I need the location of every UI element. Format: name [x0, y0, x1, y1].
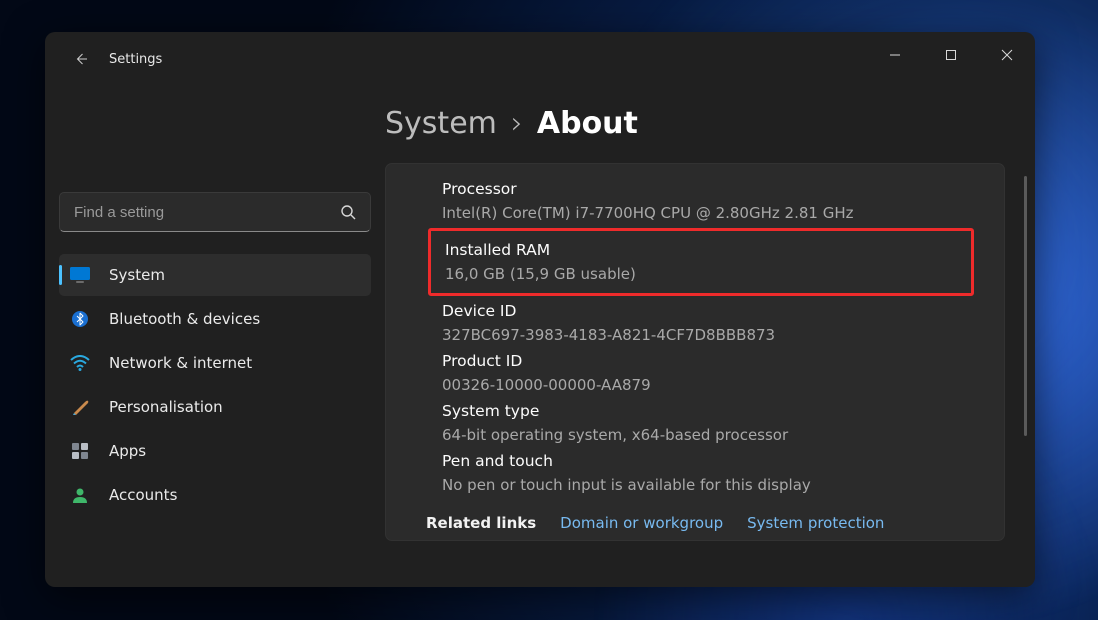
search-input[interactable] [74, 204, 340, 221]
sidebar-item-label: Personalisation [109, 398, 223, 416]
search-box[interactable] [59, 192, 371, 232]
sidebar: System Bluetooth & devices Network & int… [45, 86, 385, 587]
sidebar-item-accounts[interactable]: Accounts [59, 474, 371, 516]
back-button[interactable] [67, 45, 95, 73]
spec-value: 64-bit operating system, x64-based proce… [442, 426, 1004, 444]
spec-value: No pen or touch input is available for t… [442, 476, 1004, 494]
breadcrumb-parent[interactable]: System [385, 106, 497, 141]
main-content: System › About Processor Intel(R) Core(T… [385, 86, 1035, 587]
search-icon [340, 204, 356, 220]
spec-label: Installed RAM [445, 241, 971, 259]
related-links-label: Related links [426, 514, 536, 532]
sidebar-spacer [59, 94, 371, 186]
maximize-icon [945, 49, 957, 61]
link-domain-workgroup[interactable]: Domain or workgroup [560, 514, 723, 532]
system-icon [69, 264, 91, 286]
spec-label: Processor [442, 180, 1004, 198]
breadcrumb: System › About [385, 106, 1035, 141]
spec-product-id: Product ID 00326-10000-00000-AA879 [386, 348, 1004, 398]
titlebar: Settings [45, 32, 1035, 86]
sidebar-item-label: Apps [109, 442, 146, 460]
apps-icon [69, 440, 91, 462]
related-links: Related links Domain or workgroup System… [386, 514, 1004, 532]
spec-pen-touch: Pen and touch No pen or touch input is a… [386, 448, 1004, 498]
person-icon [69, 484, 91, 506]
spec-value: Intel(R) Core(TM) i7-7700HQ CPU @ 2.80GH… [442, 204, 1004, 222]
arrow-left-icon [73, 51, 89, 67]
spec-label: Device ID [442, 302, 1004, 320]
minimize-button[interactable] [867, 32, 923, 78]
sidebar-item-network[interactable]: Network & internet [59, 342, 371, 384]
settings-window: Settings [45, 32, 1035, 587]
window-title: Settings [109, 52, 162, 67]
spec-label: System type [442, 402, 1004, 420]
spec-label: Product ID [442, 352, 1004, 370]
link-system-protection[interactable]: System protection [747, 514, 884, 532]
paintbrush-icon [69, 396, 91, 418]
sidebar-item-label: Bluetooth & devices [109, 310, 260, 328]
spec-device-id: Device ID 327BC697-3983-4183-A821-4CF7D8… [386, 298, 1004, 348]
sidebar-item-label: Network & internet [109, 354, 252, 372]
highlight-installed-ram: Installed RAM 16,0 GB (15,9 GB usable) [428, 228, 974, 296]
device-specs-panel: Processor Intel(R) Core(TM) i7-7700HQ CP… [385, 163, 1005, 541]
sidebar-item-system[interactable]: System [59, 254, 371, 296]
spec-processor: Processor Intel(R) Core(TM) i7-7700HQ CP… [386, 176, 1004, 226]
sidebar-item-bluetooth[interactable]: Bluetooth & devices [59, 298, 371, 340]
chevron-right-icon: › [511, 106, 523, 141]
spec-installed-ram: Installed RAM 16,0 GB (15,9 GB usable) [445, 237, 971, 287]
spec-system-type: System type 64-bit operating system, x64… [386, 398, 1004, 448]
window-controls [867, 32, 1035, 78]
breadcrumb-current: About [537, 106, 638, 141]
bluetooth-icon [69, 308, 91, 330]
spec-value: 00326-10000-00000-AA879 [442, 376, 1004, 394]
sidebar-item-label: System [109, 266, 165, 284]
minimize-icon [889, 49, 901, 61]
sidebar-item-apps[interactable]: Apps [59, 430, 371, 472]
sidebar-item-personalisation[interactable]: Personalisation [59, 386, 371, 428]
spec-value: 16,0 GB (15,9 GB usable) [445, 265, 971, 283]
maximize-button[interactable] [923, 32, 979, 78]
sidebar-nav: System Bluetooth & devices Network & int… [59, 254, 371, 516]
sidebar-item-label: Accounts [109, 486, 177, 504]
spec-value: 327BC697-3983-4183-A821-4CF7D8BBB873 [442, 326, 1004, 344]
fade-overlay [385, 561, 1035, 587]
spec-label: Pen and touch [442, 452, 1004, 470]
scrollbar[interactable] [1024, 176, 1027, 436]
close-button[interactable] [979, 32, 1035, 78]
wifi-icon [69, 352, 91, 374]
close-icon [1001, 49, 1013, 61]
